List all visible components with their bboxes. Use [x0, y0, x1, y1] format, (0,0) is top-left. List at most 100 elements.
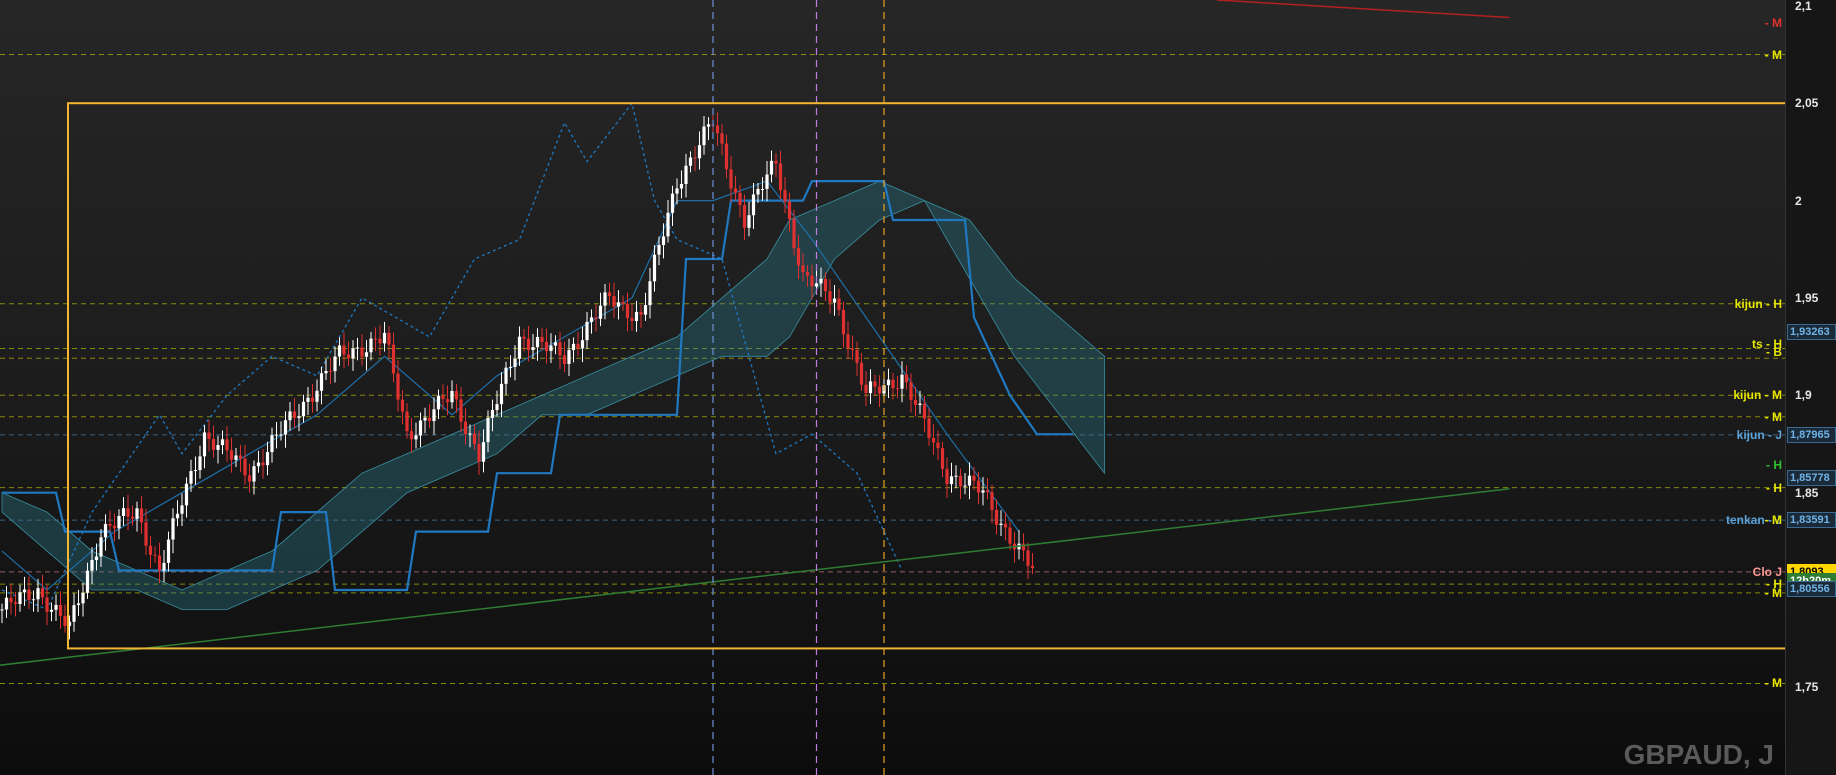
level-label: - H: [1766, 457, 1782, 472]
instrument-watermark: GBPAUD, J: [1623, 739, 1774, 770]
candle-body: [27, 589, 31, 600]
candle-body: [594, 317, 598, 319]
candle-body: [931, 437, 936, 443]
candle-body: [612, 296, 616, 307]
candle-body: [684, 165, 688, 184]
candle-body: [522, 336, 526, 339]
candle-body: [729, 169, 733, 189]
candle-body: [504, 367, 508, 384]
candle-body: [1030, 565, 1035, 569]
candle-body: [513, 358, 517, 367]
candle-body: [166, 539, 171, 563]
candle-body: [387, 332, 391, 345]
price-marker: 1,83591: [1787, 512, 1836, 529]
candle-body: [823, 278, 828, 292]
candle-body: [846, 334, 850, 349]
candle-body: [135, 508, 139, 519]
candle-body: [747, 215, 751, 228]
candle-body: [891, 379, 895, 389]
candle-body: [940, 448, 945, 469]
candle-body: [94, 556, 99, 561]
candle-body: [274, 434, 279, 436]
candle-body: [54, 604, 58, 610]
candle-body: [481, 442, 486, 462]
candle-body: [733, 188, 738, 193]
candle-body: [405, 411, 409, 432]
candle-body: [342, 345, 346, 355]
level-label: - M: [1764, 585, 1782, 600]
candle-body: [909, 382, 913, 400]
price-axis[interactable]: 2,12,0521,951,91,851,81,75: [1785, 0, 1836, 775]
level-label: kijun - J: [1736, 427, 1782, 442]
candle-body: [616, 302, 621, 307]
candle-body: [198, 456, 202, 471]
candle-body: [373, 338, 378, 340]
candle-body: [603, 292, 607, 306]
candle-body: [139, 508, 144, 523]
candle-body: [607, 292, 612, 297]
candle-body: [666, 212, 670, 237]
candle-body: [301, 401, 306, 417]
candle-body: [175, 513, 180, 519]
candle-body: [333, 356, 337, 372]
candle-body: [477, 443, 481, 462]
candle-body: [144, 522, 148, 546]
candle-body: [211, 438, 216, 450]
candle-body: [445, 399, 450, 403]
level-label: - M: [1764, 16, 1782, 31]
candle-body: [454, 391, 459, 400]
candle-body: [769, 160, 774, 175]
candle-body: [355, 347, 360, 349]
candle-body: [765, 174, 769, 189]
candle-body: [819, 278, 823, 284]
candle-body: [81, 592, 85, 604]
candle-body: [886, 379, 891, 386]
candle-body: [432, 409, 436, 422]
candle-body: [580, 340, 585, 349]
candle-body: [558, 342, 562, 356]
candle-body: [576, 343, 580, 349]
candle-body: [589, 317, 594, 322]
candle-body: [643, 305, 648, 315]
candle-body: [90, 560, 94, 571]
level-label: - M: [1764, 676, 1782, 691]
candle-body: [490, 409, 495, 418]
candle-body: [40, 588, 45, 598]
price-marker: 1,80556: [1787, 580, 1836, 597]
candle-body: [391, 344, 396, 374]
level-label: kijun - H: [1734, 296, 1782, 311]
candle-body: [36, 588, 40, 600]
candle-body: [792, 218, 796, 249]
candle-body: [778, 163, 783, 191]
candle-body: [112, 525, 117, 529]
level-label: - H: [1766, 480, 1782, 495]
candle-body: [369, 338, 373, 353]
candle-body: [774, 160, 778, 164]
candle-body: [540, 336, 544, 342]
candle-body: [814, 283, 819, 287]
y-tick-label: 2,1: [1795, 0, 1812, 13]
candle-body: [261, 462, 265, 466]
candle-body: [864, 384, 868, 394]
price-plot[interactable]: [0, 0, 1785, 775]
candle-body: [225, 439, 229, 451]
candle-body: [949, 476, 954, 485]
candle-body: [378, 338, 382, 344]
candle-body: [463, 421, 468, 434]
candle-body: [760, 188, 765, 190]
candle-body: [252, 466, 256, 482]
candle-body: [630, 318, 634, 322]
y-tick-label: 2,05: [1795, 96, 1819, 111]
candle-body: [639, 311, 643, 315]
candle-body: [193, 470, 198, 472]
candle-body: [562, 355, 567, 364]
candle-body: [661, 236, 666, 246]
chart-canvas[interactable]: 2,12,0521,951,91,851,81,75 - Mkijun - Hk…: [0, 0, 1836, 775]
candle-body: [108, 523, 112, 526]
candle-body: [945, 468, 949, 485]
candle-body: [45, 597, 49, 612]
candle-body: [828, 291, 832, 303]
candle-body: [873, 381, 877, 387]
candle-body: [459, 399, 463, 422]
candle-body: [130, 516, 135, 519]
